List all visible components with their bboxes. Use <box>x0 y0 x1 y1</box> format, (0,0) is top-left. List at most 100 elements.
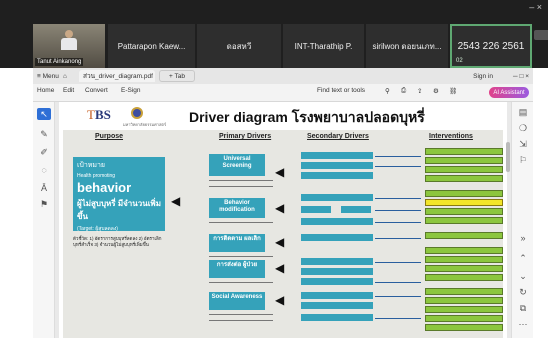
toolbar-convert[interactable]: Convert <box>85 87 108 94</box>
rotate-icon[interactable]: ↻ <box>516 286 530 298</box>
driver-note <box>209 280 273 286</box>
connector-line <box>375 156 421 157</box>
participant-tile[interactable]: sirilwon ดอยนเภท... <box>366 24 448 68</box>
aim-keyword: behavior <box>77 180 132 195</box>
secondary-driver <box>301 292 373 299</box>
primary-driver-box: Universal Screening <box>209 154 265 176</box>
scrollbar[interactable] <box>506 142 510 172</box>
panel-icon[interactable]: ▤ <box>516 106 530 118</box>
page-up-icon[interactable]: ⌃ <box>516 252 530 264</box>
draw-tool-icon[interactable]: ✐ <box>37 146 51 158</box>
settings-icon[interactable]: ⚙ <box>433 87 439 95</box>
slide-title: Driver diagram โรงพยาบาลปลอดบุหรี่ <box>189 109 425 125</box>
secondary-driver <box>341 206 371 213</box>
intervention-item-highlighted <box>425 199 503 206</box>
primary-driver-box: Social Awareness <box>209 292 265 310</box>
participant-tile-active-speaker[interactable]: 2543 226 2561 02 <box>450 24 532 68</box>
header-interventions: Interventions <box>429 133 473 140</box>
indicator-text: ตัวชี้วัด: 1) อัตราการสูบบุหรี่ลดลง 2) อ… <box>73 236 162 247</box>
connector-line <box>375 296 421 297</box>
search-icon[interactable]: ⚲ <box>385 87 390 95</box>
participant-tile[interactable]: Pattarapon Kaew... <box>108 24 195 68</box>
toolbar-edit[interactable]: Edit <box>63 87 74 94</box>
participant-name: sirilwon ดอยนเภท... <box>372 41 442 51</box>
right-tool-rail: ▤ ❍ ⇲ ⚐ » ⌃ ⌄ ↻ ⧉ ⋯ <box>511 102 533 338</box>
pdf-viewer: ↖ ✎ ✐ ◌ Ā ⚑ TBS มหาวิทยาลัยธรรมศาสตร์ Dr… <box>33 102 533 338</box>
driver-note <box>209 184 273 190</box>
secondary-driver <box>301 206 331 213</box>
window-controls[interactable]: ─ □ × <box>513 70 529 82</box>
connector-line <box>375 238 421 239</box>
toolbar-home[interactable]: Home <box>37 87 54 94</box>
intervention-item <box>425 288 503 295</box>
driver-note <box>209 220 273 226</box>
secondary-driver <box>301 258 373 265</box>
participant-tile[interactable]: INT-Tharathip P. <box>283 24 364 68</box>
fit-page-icon[interactable]: ⧉ <box>516 302 530 314</box>
tbs-logo: TBS <box>87 107 111 122</box>
connector-line <box>375 318 421 319</box>
intervention-item <box>425 208 503 215</box>
browser-chrome: ≡ Menu ⌂ ส่วน_driver_diagram.pdf + Tab S… <box>33 68 533 102</box>
participant-video-tile[interactable]: Tanut Ainkanong <box>33 24 105 68</box>
tab-document[interactable]: ส่วน_driver_diagram.pdf <box>79 70 155 82</box>
stamp-tool-icon[interactable]: ⚑ <box>37 198 51 210</box>
new-tab-button[interactable]: + Tab <box>159 70 195 82</box>
participant-name: 2543 226 2561 <box>457 40 525 52</box>
cursor-tool-icon[interactable]: ↖ <box>37 108 51 120</box>
header-primary-drivers: Primary Drivers <box>219 133 272 140</box>
share-icon[interactable]: ⇪ <box>417 87 422 95</box>
intervention-item <box>425 217 503 224</box>
pdf-toolbar: Home Edit Convert E-Sign Find text or to… <box>33 84 533 102</box>
text-tool-icon[interactable]: Ā <box>37 182 51 194</box>
left-arrow-icon: ◀ <box>275 293 285 307</box>
participant-panel-toggle[interactable] <box>534 30 548 40</box>
intervention-item <box>425 166 503 173</box>
primary-driver-box: การติดตาม ผลเลิก <box>209 234 265 252</box>
intervention-item <box>425 190 503 197</box>
comment-tool-icon[interactable]: ✎ <box>37 128 51 140</box>
logo-caption: มหาวิทยาลัยธรรมศาสตร์ <box>123 122 167 127</box>
ai-assistant-button[interactable]: AI Assistant <box>489 87 529 98</box>
connector-line <box>375 282 421 283</box>
participant-name: INT-Tharathip P. <box>294 41 353 51</box>
highlight-tool-icon[interactable]: ◌ <box>37 164 51 176</box>
signin-button[interactable]: Sign in <box>473 70 493 82</box>
participant-name: Tanut Ainkanong <box>35 58 84 66</box>
print-icon[interactable]: ⎙ <box>401 87 406 95</box>
participant-subtitle: 02 <box>456 58 463 64</box>
connector-line <box>375 166 421 167</box>
header-purpose: Purpose <box>95 133 124 140</box>
left-arrow-icon: ◀ <box>275 165 285 179</box>
home-icon[interactable]: ⌂ <box>63 70 67 82</box>
page-down-icon[interactable]: ⌄ <box>516 270 530 282</box>
export-icon[interactable]: ⇲ <box>516 138 530 150</box>
toolbar-esign[interactable]: E-Sign <box>121 87 141 94</box>
intervention-item <box>425 232 503 239</box>
link-icon[interactable]: ⛓ <box>449 87 457 95</box>
intervention-item <box>425 297 503 304</box>
intervention-item <box>425 274 503 281</box>
primary-driver-box: การส่งต่อ ผู้ป่วย <box>209 260 265 278</box>
tab-strip: ≡ Menu ⌂ ส่วน_driver_diagram.pdf + Tab S… <box>33 68 533 84</box>
left-tool-rail: ↖ ✎ ✐ ◌ Ā ⚑ <box>33 102 55 338</box>
participant-avatar <box>61 30 77 50</box>
find-text-field[interactable]: Find text or tools <box>317 87 365 94</box>
participant-tile[interactable]: ดอสหวี <box>197 24 281 68</box>
screen: Tanut Ainkanong Pattarapon Kaew... ดอสหว… <box>0 0 548 348</box>
aim-box: เป้าหมาย Health promoting behavior ผู้ไม… <box>73 157 165 232</box>
zoom-in-icon[interactable]: » <box>516 232 530 244</box>
left-arrow-icon: ◀ <box>275 235 285 249</box>
secondary-driver <box>301 314 373 321</box>
participant-name: ดอสหวี <box>226 41 252 51</box>
connector-line <box>375 198 421 199</box>
more-tools-icon[interactable]: ⋯ <box>516 318 530 330</box>
intervention-item <box>425 306 503 313</box>
bookmark-icon[interactable]: ⚐ <box>516 154 530 166</box>
menu-button[interactable]: ≡ Menu <box>37 70 59 82</box>
meeting-participant-strip: Tanut Ainkanong Pattarapon Kaew... ดอสหว… <box>0 0 548 68</box>
primary-driver-box: Behavior modification <box>209 198 265 218</box>
university-seal <box>131 107 143 119</box>
comment-panel-icon[interactable]: ❍ <box>516 122 530 134</box>
meeting-window-controls[interactable]: – × <box>529 2 542 12</box>
